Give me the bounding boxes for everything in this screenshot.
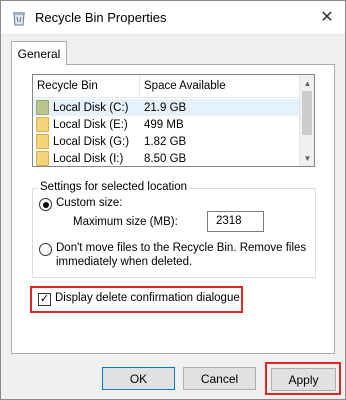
dont-move-radio[interactable] <box>39 243 52 256</box>
recycle-bin-icon <box>36 100 49 115</box>
ok-button[interactable]: OK <box>102 367 175 390</box>
confirm-label[interactable]: Display delete confirmation dialogue <box>55 292 240 304</box>
scroll-thumb[interactable] <box>302 91 312 135</box>
list-header: Recycle Bin Location Space Available <box>33 75 301 114</box>
confirm-highlight-box: ✓ Display delete confirmation dialogue <box>30 286 243 313</box>
folder-icon <box>36 117 49 132</box>
custom-size-radio[interactable] <box>39 198 52 211</box>
cancel-button[interactable]: Cancel <box>183 367 256 390</box>
list-item[interactable]: Local Disk (G:) 1.82 GB <box>33 133 301 150</box>
folder-icon <box>36 134 49 149</box>
close-button[interactable]: ✕ <box>317 7 337 27</box>
space-available: 8.50 GB <box>144 152 187 165</box>
recycle-bin-icon <box>11 10 27 26</box>
column-header-space[interactable]: Space Available <box>140 75 301 98</box>
settings-group-title: Settings for selected location <box>38 181 190 193</box>
location-label: Local Disk (G:) <box>53 135 130 148</box>
location-label: Local Disk (E:) <box>53 118 128 131</box>
scroll-down-icon[interactable]: ▼ <box>300 151 315 165</box>
title-bar: Recycle Bin Properties ✕ <box>1 1 345 35</box>
apply-button[interactable]: Apply <box>271 368 336 391</box>
location-label: Local Disk (I:) <box>53 152 124 165</box>
space-available: 499 MB <box>144 118 184 131</box>
space-available: 1.82 GB <box>144 135 187 148</box>
list-item[interactable]: Local Disk (I:) 8.50 GB <box>33 150 301 167</box>
recycle-bin-location-list[interactable]: Recycle Bin Location Space Available Loc… <box>32 74 315 167</box>
properties-window: Recycle Bin Properties ✕ General Recycle… <box>0 0 346 400</box>
window-title: Recycle Bin Properties <box>35 10 167 25</box>
list-scrollbar[interactable]: ▲ ▼ <box>299 75 314 166</box>
list-item[interactable]: Local Disk (E:) 499 MB <box>33 116 301 133</box>
tab-general[interactable]: General <box>11 41 67 65</box>
apply-highlight-box: Apply <box>265 362 341 395</box>
scroll-up-icon[interactable]: ▲ <box>300 76 315 90</box>
close-icon: ✕ <box>320 9 334 26</box>
folder-icon <box>36 151 49 166</box>
custom-size-label[interactable]: Custom size: <box>56 197 122 209</box>
dont-move-label[interactable]: Don't move files to the Recycle Bin. Rem… <box>56 241 314 269</box>
column-header-location[interactable]: Recycle Bin Location <box>33 75 140 114</box>
general-tab-panel: Recycle Bin Location Space Available Loc… <box>11 64 335 354</box>
confirm-checkbox[interactable]: ✓ <box>38 293 51 306</box>
settings-groupbox: Settings for selected location Custom si… <box>32 181 316 278</box>
space-available: 21.9 GB <box>144 101 187 114</box>
list-item[interactable]: Local Disk (C:) 21.9 GB <box>33 99 301 116</box>
location-label: Local Disk (C:) <box>53 101 129 114</box>
max-size-input[interactable]: 2318 <box>207 211 264 232</box>
max-size-label: Maximum size (MB): <box>73 216 178 228</box>
